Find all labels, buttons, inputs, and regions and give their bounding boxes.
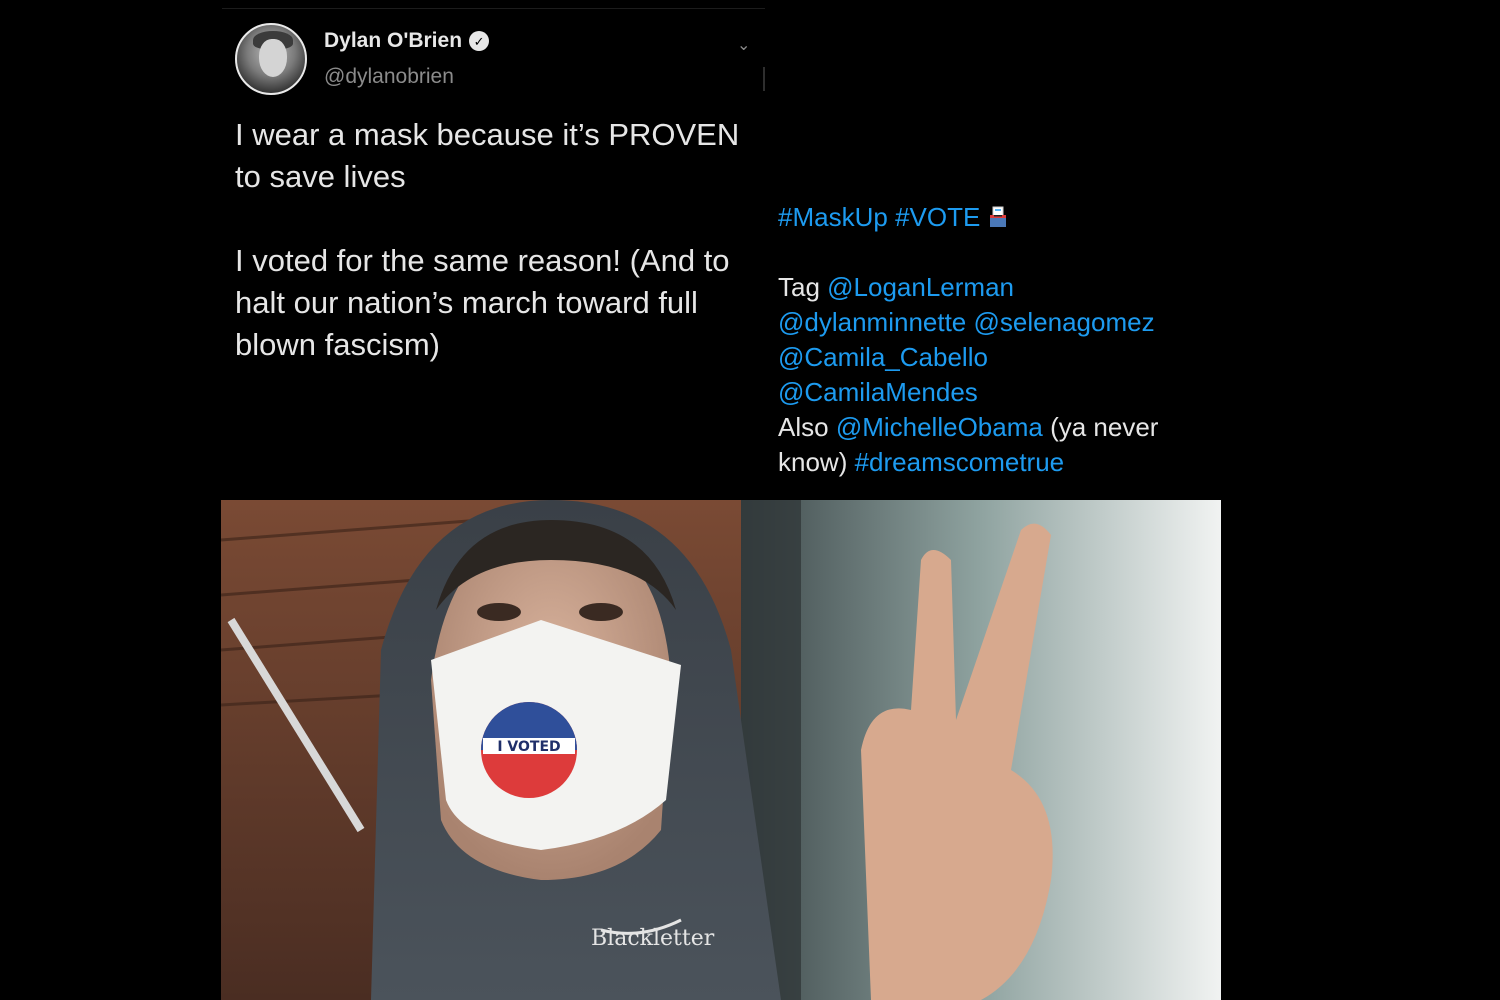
right-eye [579, 603, 623, 621]
divider [763, 67, 765, 91]
avatar[interactable] [235, 23, 307, 95]
user-handle[interactable]: @dylanobrien [324, 65, 454, 89]
verified-badge-icon: ✓ [469, 31, 490, 51]
hashtag-dreamscometrue[interactable]: #dreamscometrue [855, 447, 1065, 477]
photo-illustration: I VOTED Blackletter [221, 500, 1221, 1000]
mention-camilamendes[interactable]: @CamilaMendes [778, 377, 978, 407]
tag-label: Tag [778, 272, 820, 302]
tweet-panel: Dylan O'Brien ✓ @dylanobrien ⌄ I wear a … [222, 8, 765, 501]
mention-michelleobama[interactable]: @MichelleObama [836, 412, 1043, 442]
avatar-face [259, 39, 287, 77]
mentions-line-2: @dylanminnette @selenagomez [778, 305, 1208, 340]
tweet-paragraph-2: I voted for the same reason! (And to hal… [235, 243, 730, 362]
tweet-continuation: #MaskUp #VOTE Tag @LoganLerman @dylanmin… [778, 200, 1208, 480]
hashtag-line: #MaskUp #VOTE [778, 200, 1208, 235]
tweet-photo[interactable]: I VOTED Blackletter [221, 500, 1221, 1000]
mention-loganlerman[interactable]: @LoganLerman [827, 272, 1014, 302]
chevron-down-icon[interactable]: ⌄ [737, 35, 750, 55]
hoodie-text: Blackletter [591, 926, 715, 951]
mention-camila-cabello[interactable]: @Camila_Cabello [778, 342, 988, 372]
also-line: Also @MichelleObama (ya never know) #dre… [778, 410, 1208, 480]
name-row: Dylan O'Brien ✓ [324, 29, 490, 53]
display-name[interactable]: Dylan O'Brien [324, 29, 462, 53]
ballot-box-icon [988, 202, 1008, 227]
sticker-text: I VOTED [497, 739, 560, 755]
screenshot-stage: Dylan O'Brien ✓ @dylanobrien ⌄ I wear a … [0, 0, 1500, 1000]
left-eye [477, 603, 521, 621]
mentions-line-3: @Camila_Cabello [778, 340, 1208, 375]
hashtag-vote[interactable]: #VOTE [895, 202, 980, 232]
hashtag-maskup[interactable]: #MaskUp [778, 202, 888, 232]
mention-selenagomez[interactable]: @selenagomez [974, 307, 1155, 337]
tweet-paragraph-1: I wear a mask because it’s PROVEN to sav… [235, 117, 740, 194]
tweet-text: I wear a mask because it’s PROVEN to sav… [235, 114, 755, 408]
tag-line: Tag @LoganLerman [778, 270, 1208, 305]
also-label: Also [778, 412, 829, 442]
mentions-line-4: @CamilaMendes [778, 375, 1208, 410]
mention-dylanminnette[interactable]: @dylanminnette [778, 307, 966, 337]
